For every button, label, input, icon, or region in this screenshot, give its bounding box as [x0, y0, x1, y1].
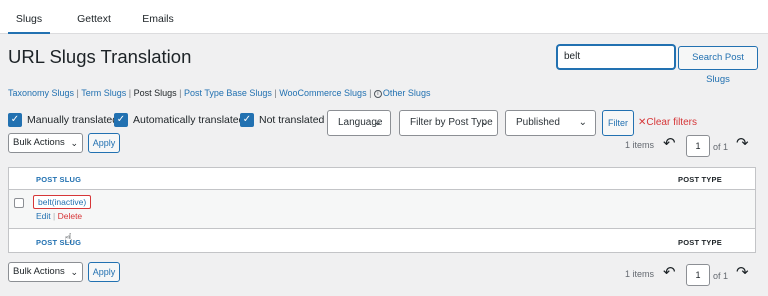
- manually-translated-label: Manually translated: [27, 114, 119, 126]
- manually-translated-checkbox[interactable]: ✓: [8, 113, 22, 127]
- bulk-actions-select-bottom[interactable]: Bulk Actions ⌄: [8, 262, 83, 282]
- bulk-actions-label: Bulk Actions: [13, 266, 65, 277]
- page-number-input[interactable]: 1: [686, 135, 710, 157]
- page-number-input[interactable]: 1: [686, 264, 710, 286]
- link-taxonomy-slugs[interactable]: Taxonomy Slugs: [8, 88, 74, 98]
- not-translated-label: Not translated: [259, 114, 325, 126]
- automatically-translated-checkbox[interactable]: ✓: [114, 113, 128, 127]
- link-other-slugs[interactable]: i Other Slugs: [373, 88, 431, 98]
- search-button[interactable]: Search Post Slugs: [678, 46, 758, 85]
- undo-arrow-icon[interactable]: ↶: [663, 263, 676, 281]
- column-footer-post-slug[interactable]: POST SLUG: [36, 238, 81, 247]
- chevron-down-icon: ⌄: [480, 117, 489, 128]
- slug-type-links: Taxonomy Slugs | Term Slugs | Post Slugs…: [8, 88, 430, 98]
- search-input[interactable]: belt: [557, 45, 675, 69]
- table-row: belt(inactive) Edit | Delete ☝: [9, 189, 755, 246]
- automatically-translated-label: Automatically translated: [133, 114, 245, 126]
- language-select[interactable]: Language ⌄: [327, 110, 391, 136]
- chevron-down-icon: ⌄: [70, 138, 78, 148]
- tab-slugs[interactable]: Slugs: [8, 0, 50, 34]
- separator: |: [126, 88, 134, 98]
- link-post-type-base-slugs[interactable]: Post Type Base Slugs: [184, 88, 272, 98]
- column-header-post-slug[interactable]: POST SLUG: [36, 175, 81, 184]
- page-total: of 1: [713, 142, 729, 152]
- column-header-post-type: POST TYPE: [678, 175, 722, 184]
- apply-button-top[interactable]: Apply: [88, 133, 120, 153]
- separator: |: [366, 88, 374, 98]
- tab-bar: Slugs Gettext Emails: [0, 0, 768, 34]
- clear-filters-link[interactable]: ✕Clear filters: [638, 117, 697, 128]
- undo-arrow-icon[interactable]: ↶: [663, 134, 676, 152]
- redo-arrow-icon[interactable]: ↷: [736, 263, 749, 281]
- apply-button-bottom[interactable]: Apply: [88, 262, 120, 282]
- checkbox-checked-icon: ✓: [10, 114, 20, 125]
- info-icon: i: [373, 89, 382, 98]
- items-count: 1 items: [625, 269, 655, 279]
- chevron-down-icon: ⌄: [373, 117, 382, 128]
- column-footer-post-type: POST TYPE: [678, 238, 722, 247]
- status-select-value: Published: [516, 117, 560, 128]
- checkbox-checked-icon: ✓: [242, 114, 252, 125]
- tab-emails[interactable]: Emails: [138, 0, 178, 34]
- post-slug-link[interactable]: belt(inactive): [33, 195, 92, 209]
- current-post-slugs: Post Slugs: [133, 88, 177, 98]
- post-type-select[interactable]: Filter by Post Type ⌄: [399, 110, 498, 136]
- link-woocommerce-slugs[interactable]: WooCommerce Slugs: [279, 88, 366, 98]
- post-slugs-table: POST SLUG POST TYPE belt(inactive) Edit …: [8, 167, 756, 253]
- chevron-down-icon: ⌄: [70, 267, 78, 277]
- separator: |: [50, 211, 58, 221]
- status-select[interactable]: Published ⌄: [505, 110, 596, 136]
- edit-link[interactable]: Edit: [36, 211, 51, 221]
- bulk-actions-label: Bulk Actions: [13, 137, 65, 148]
- redo-arrow-icon[interactable]: ↷: [736, 134, 749, 152]
- row-checkbox[interactable]: [14, 198, 24, 208]
- separator: |: [176, 88, 184, 98]
- clear-filters-label: Clear filters: [646, 117, 697, 128]
- checkbox-checked-icon: ✓: [116, 114, 126, 125]
- filter-button[interactable]: Filter: [602, 110, 634, 136]
- row-actions: Edit | Delete: [36, 211, 82, 221]
- not-translated-checkbox[interactable]: ✓: [240, 113, 254, 127]
- bulk-actions-select-top[interactable]: Bulk Actions ⌄: [8, 133, 83, 153]
- link-term-slugs[interactable]: Term Slugs: [81, 88, 126, 98]
- tab-gettext[interactable]: Gettext: [72, 0, 116, 34]
- chevron-down-icon: ⌄: [578, 117, 587, 128]
- items-count: 1 items: [625, 140, 655, 150]
- delete-link[interactable]: Delete: [58, 211, 83, 221]
- page-total: of 1: [713, 271, 729, 281]
- link-other-slugs-label: Other Slugs: [382, 88, 431, 98]
- page-title: URL Slugs Translation: [8, 46, 192, 67]
